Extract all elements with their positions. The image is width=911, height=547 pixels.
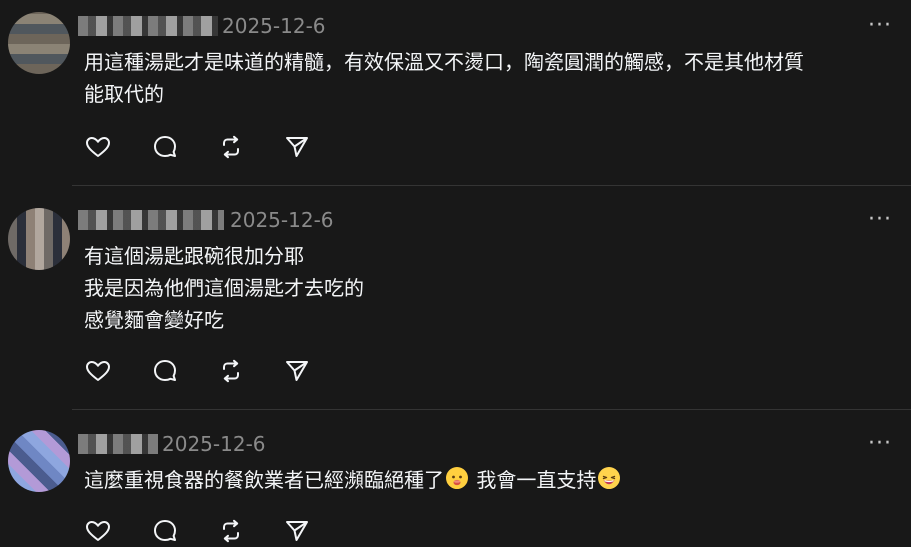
comment-icon[interactable]: [151, 517, 179, 545]
drooling-face-emoji-icon: [446, 467, 468, 489]
post-3: 2025-12-6 ··· 這麼重視食器的餐飲業者已經瀕臨絕種了 我會一直支持: [0, 410, 911, 547]
comment-icon[interactable]: [151, 357, 179, 385]
more-options-button[interactable]: ···: [868, 209, 892, 231]
post-text: 這麼重視食器的餐飲業者已經瀕臨絕種了 我會一直支持: [84, 464, 622, 496]
repost-icon[interactable]: [217, 517, 245, 545]
repost-icon[interactable]: [217, 133, 245, 161]
post-text: 用這種湯匙才是味道的精髓，有效保溫又不燙口，陶瓷圓潤的觸感，不是其他材質 能取代…: [84, 50, 804, 106]
avatar[interactable]: [8, 208, 70, 270]
post-text-part2: 我會一直支持: [470, 468, 597, 492]
username-blurred[interactable]: [78, 210, 224, 230]
heart-icon[interactable]: [84, 517, 112, 545]
username-blurred[interactable]: [78, 16, 218, 36]
action-bar: [84, 133, 324, 163]
action-bar: [84, 357, 324, 387]
username-blurred[interactable]: [78, 434, 158, 454]
more-options-button[interactable]: ···: [868, 433, 892, 455]
post-date: 2025-12-6: [230, 208, 334, 232]
action-bar: [84, 517, 324, 547]
post-1: 2025-12-6 ··· 用這種湯匙才是味道的精髓，有效保溫又不燙口，陶瓷圓潤…: [0, 0, 911, 186]
post-date: 2025-12-6: [162, 432, 266, 456]
post-2: 2025-12-6 ··· 有這個湯匙跟碗很加分耶 我是因為他們這個湯匙才去吃的…: [0, 186, 911, 410]
avatar[interactable]: [8, 12, 70, 74]
repost-icon[interactable]: [217, 357, 245, 385]
more-options-button[interactable]: ···: [868, 15, 892, 37]
share-icon[interactable]: [283, 517, 311, 545]
avatar[interactable]: [8, 430, 70, 492]
post-text-part1: 這麼重視食器的餐飲業者已經瀕臨絕種了: [84, 468, 444, 492]
share-icon[interactable]: [283, 133, 311, 161]
heart-icon[interactable]: [84, 357, 112, 385]
share-icon[interactable]: [283, 357, 311, 385]
heart-icon[interactable]: [84, 133, 112, 161]
post-date: 2025-12-6: [222, 14, 326, 38]
laughing-face-emoji-icon: [598, 467, 621, 489]
post-text: 有這個湯匙跟碗很加分耶 我是因為他們這個湯匙才去吃的 感覺麵會變好吃: [84, 244, 364, 332]
comment-icon[interactable]: [151, 133, 179, 161]
